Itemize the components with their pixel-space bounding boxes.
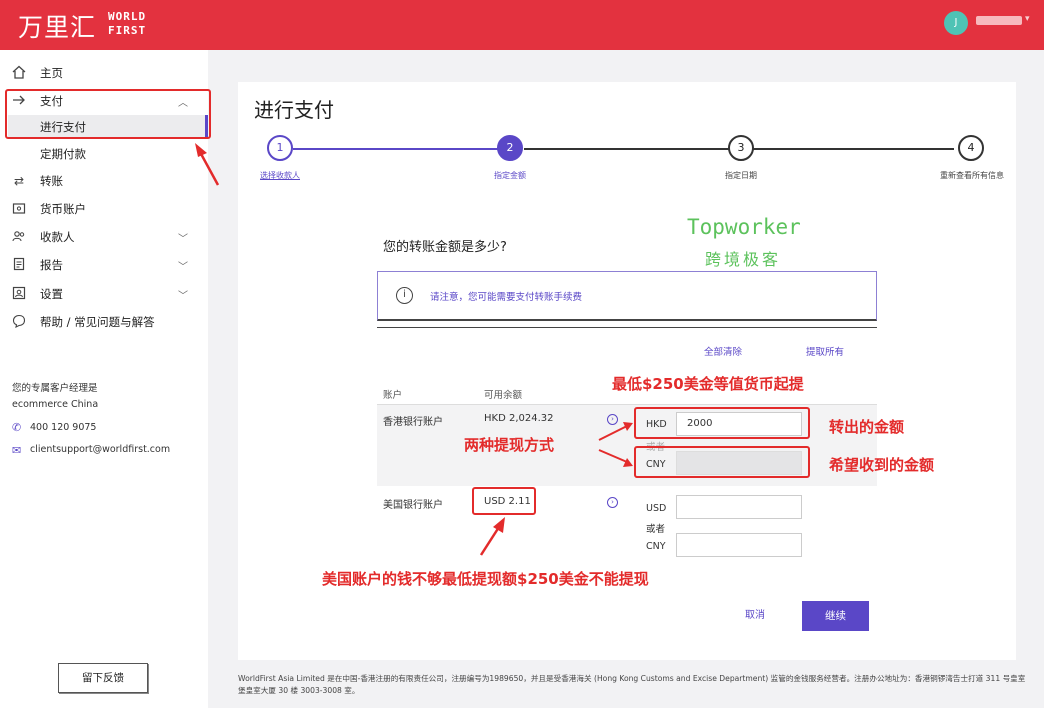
amount-input-us[interactable] [676,495,802,519]
info-circle-icon[interactable]: › [607,497,618,508]
annotation-box-usd [472,487,536,515]
feedback-button[interactable]: 留下反馈 [58,663,148,693]
sidebar-item-label: 帮助 / 常见问题与解答 [40,315,155,329]
phone-icon: ✆ [12,421,22,434]
step-2-label: 指定金额 [494,171,526,180]
amount-question: 您的转账金额是多少? [383,240,507,255]
watermark-cn: 跨境极客 [705,250,782,269]
wallet-icon [11,201,27,217]
receive-amount-input-us[interactable] [676,533,802,557]
manager-phone[interactable]: 400 120 9075 [30,422,96,433]
annotation-arrows-methods [598,422,633,467]
step-4-label: 重新查看所有信息 [940,171,1004,180]
logo-line-2: FIRST [108,24,147,37]
info-icon: i [396,287,413,304]
account-balance-hk: HKD 2,024.32 [484,413,554,424]
column-header-balance: 可用余额 [484,390,523,401]
sidebar-item-settings[interactable]: 设置 ﹀ [0,281,208,307]
stepper-line-done [293,148,499,150]
fee-notice-text: 请注意，您可能需要支付转账手续费 [430,292,583,303]
clear-all-link[interactable]: 全部清除 [704,344,742,358]
user-name-redacted[interactable] [976,16,1022,25]
annotation-min-amount: 最低$250美金等值货币起提 [612,375,804,393]
from-currency-us: USD [646,503,667,514]
chevron-down-icon[interactable]: ﹀ [178,258,188,273]
withdraw-all-link[interactable]: 提取所有 [806,344,844,358]
step-1-label[interactable]: 选择收款人 [250,170,310,181]
column-header-account: 账户 [383,390,403,401]
user-avatar[interactable]: J [944,11,968,35]
transfer-icon: ⇄ [13,174,25,188]
sidebar-item-label: 报告 [40,258,63,272]
cancel-button[interactable]: 取消 [730,606,780,621]
help-icon [11,314,27,330]
step-1-circle[interactable]: 1 [267,135,293,161]
sidebar-item-label: 转账 [40,174,63,188]
or-label-us: 或者 [646,524,666,535]
step-2-circle: 2 [497,135,523,161]
step-4-circle: 4 [958,135,984,161]
manager-name: ecommerce China [12,399,99,410]
annotation-us-insufficient: 美国账户的钱不够最低提现额$250美金不能提现 [322,570,649,588]
sidebar-item-recipients[interactable]: 收款人 ﹀ [0,224,208,250]
sidebar-item-currency-accounts[interactable]: 货币账户 [0,196,208,222]
annotation-expect-receive: 希望收到的金额 [829,456,935,474]
annotation-box-from [634,407,810,439]
logo-line-1: WORLD [108,10,147,23]
sidebar-item-label: 主页 [40,66,63,80]
logo-chinese: 万里汇 [18,13,97,42]
legal-footer: WorldFirst Asia Limited 是在中国-香港注册的有限责任公司… [238,674,1026,695]
sidebar-item-home[interactable]: 主页 [0,60,208,86]
annotation-arrow-usd [479,517,505,556]
chevron-down-icon[interactable]: ﹀ [178,287,188,302]
logo-english: WORLD FIRST [108,10,146,38]
annotation-arrow-nav [195,143,220,186]
step-3-label: 指定日期 [725,171,757,180]
people-icon [11,229,27,245]
mail-icon: ✉ [12,444,22,457]
annotation-box-to [634,446,810,478]
sidebar-item-label: 收款人 [40,230,75,244]
fee-notice: i 请注意，您可能需要支付转账手续费 [377,271,877,321]
annotation-two-methods: 两种提现方式 [464,436,555,454]
page-title: 进行支付 [254,98,334,122]
manager-email[interactable]: clientsupport@worldfirst.com [30,444,170,455]
step-3-circle: 3 [728,135,754,161]
account-name-us: 美国银行账户 [383,500,443,511]
account-name-hk: 香港银行账户 [383,417,443,428]
top-header: 万里汇 WORLD FIRST J ▾ [0,0,1044,50]
to-currency-us: CNY [646,541,666,552]
annotation-highlight-payments [5,89,211,139]
sidebar-item-label: 设置 [40,287,63,301]
annotation-transfer-out: 转出的金额 [829,418,905,436]
chevron-down-icon[interactable]: ﹀ [178,230,188,245]
sidebar-item-reports[interactable]: 报告 ﹀ [0,252,208,278]
sidebar-item-help[interactable]: 帮助 / 常见问题与解答 [0,309,208,335]
settings-icon [11,286,27,302]
manager-title: 您的专属客户经理是 [12,383,98,394]
watermark-topworker: Topworker [687,215,801,239]
sidebar-item-label: 货币账户 [40,202,86,216]
section-divider [377,327,877,328]
report-icon [11,257,27,273]
chevron-down-icon[interactable]: ▾ [1025,14,1030,24]
continue-button[interactable]: 继续 [802,601,869,631]
sidebar-item-transfer[interactable]: ⇄ 转账 [0,168,208,194]
sidebar-subitem-label: 定期付款 [40,147,86,161]
home-icon [11,65,27,81]
sidebar-subitem-scheduled-payment[interactable]: 定期付款 [8,142,208,164]
